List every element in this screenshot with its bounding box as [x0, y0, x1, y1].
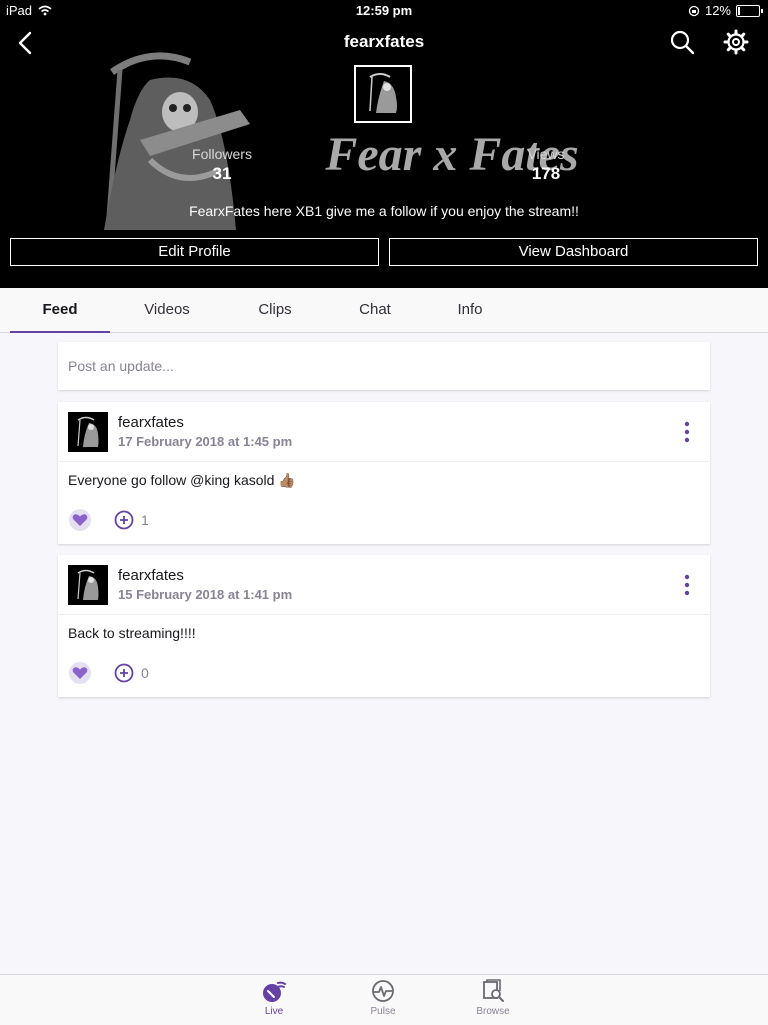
- like-button[interactable]: [68, 508, 92, 532]
- more-vertical-icon: [684, 421, 690, 443]
- post-author-name[interactable]: fearxfates: [118, 567, 184, 584]
- post-divider: [58, 461, 710, 462]
- battery-percent: 12%: [704, 3, 731, 18]
- reaction-count: 1: [141, 512, 149, 528]
- like-button[interactable]: [68, 661, 92, 685]
- add-reaction-button[interactable]: [114, 663, 134, 683]
- post-body: Back to streaming!!!!: [68, 625, 196, 641]
- plus-circle-icon: [114, 510, 134, 530]
- views-count: 178: [531, 164, 561, 183]
- tab-clips[interactable]: Clips: [225, 288, 325, 332]
- profile-tabs: Feed Videos Clips Chat Info: [0, 288, 768, 333]
- views-label: Views: [527, 146, 565, 162]
- profile-avatar[interactable]: [354, 65, 412, 123]
- post-update-box: [58, 342, 710, 390]
- nav-browse[interactable]: Browse: [463, 979, 523, 1017]
- profile-header: Fear x Fates iPad 12:59 pm 12% fearxfate…: [0, 0, 768, 288]
- settings-button[interactable]: [722, 28, 750, 56]
- edit-profile-button[interactable]: Edit Profile: [10, 238, 379, 266]
- status-time: 12:59 pm: [355, 3, 413, 18]
- more-vertical-icon: [684, 574, 690, 596]
- post-author-avatar[interactable]: [68, 565, 108, 605]
- tab-videos[interactable]: Videos: [117, 288, 217, 332]
- post-divider: [58, 614, 710, 615]
- rotation-lock-icon: [688, 5, 700, 16]
- followers-label: Followers: [192, 146, 252, 162]
- reaper-avatar-icon: [77, 569, 99, 600]
- live-icon: [263, 981, 286, 1002]
- post-timestamp: 17 February 2018 at 1:45 pm: [118, 434, 293, 449]
- nav-live-label: Live: [264, 1006, 284, 1017]
- plus-circle-icon: [114, 663, 134, 683]
- followers-count: 31: [212, 164, 232, 183]
- view-dashboard-button[interactable]: View Dashboard: [389, 238, 758, 266]
- reaper-avatar-icon: [369, 73, 397, 113]
- bottom-tab-bar: Live Pulse Browse: [0, 974, 768, 1025]
- pulse-icon: [372, 980, 394, 1002]
- reaper-avatar-icon: [77, 416, 99, 447]
- status-bar: iPad 12:59 pm 12%: [0, 0, 768, 22]
- post-body: Everyone go follow @king kasold 👍🏽: [68, 472, 296, 488]
- post-timestamp: 15 February 2018 at 1:41 pm: [118, 587, 293, 602]
- views-stat: Views 178: [486, 146, 606, 184]
- browse-icon: [483, 979, 504, 1002]
- feed-post: fearxfates 15 February 2018 at 1:41 pm B…: [58, 555, 710, 697]
- nav-pulse[interactable]: Pulse: [353, 979, 413, 1017]
- heart-icon: [69, 662, 91, 684]
- nav-live[interactable]: Live: [244, 979, 304, 1017]
- nav-browse-label: Browse: [476, 1006, 510, 1017]
- search-button[interactable]: [668, 28, 696, 56]
- feed-post: fearxfates 17 February 2018 at 1:45 pm E…: [58, 402, 710, 544]
- tab-info[interactable]: Info: [420, 288, 520, 332]
- post-more-button[interactable]: [678, 420, 696, 444]
- post-update-input[interactable]: [58, 342, 710, 390]
- nav-bar: fearxfates: [0, 26, 768, 62]
- page-title: fearxfates: [343, 32, 425, 51]
- post-author-avatar[interactable]: [68, 412, 108, 452]
- gear-icon: [723, 29, 749, 55]
- heart-icon: [69, 509, 91, 531]
- post-more-button[interactable]: [678, 573, 696, 597]
- add-reaction-button[interactable]: [114, 510, 134, 530]
- search-icon: [670, 30, 695, 55]
- battery-icon: [736, 4, 763, 17]
- reaction-count: 0: [141, 665, 149, 681]
- tab-feed[interactable]: Feed: [10, 288, 110, 333]
- profile-bio: FearxFates here XB1 give me a follow if …: [189, 203, 579, 219]
- followers-stat: Followers 31: [162, 146, 282, 184]
- post-author-name[interactable]: fearxfates: [118, 414, 184, 431]
- tab-chat[interactable]: Chat: [325, 288, 425, 332]
- nav-pulse-label: Pulse: [370, 1006, 396, 1017]
